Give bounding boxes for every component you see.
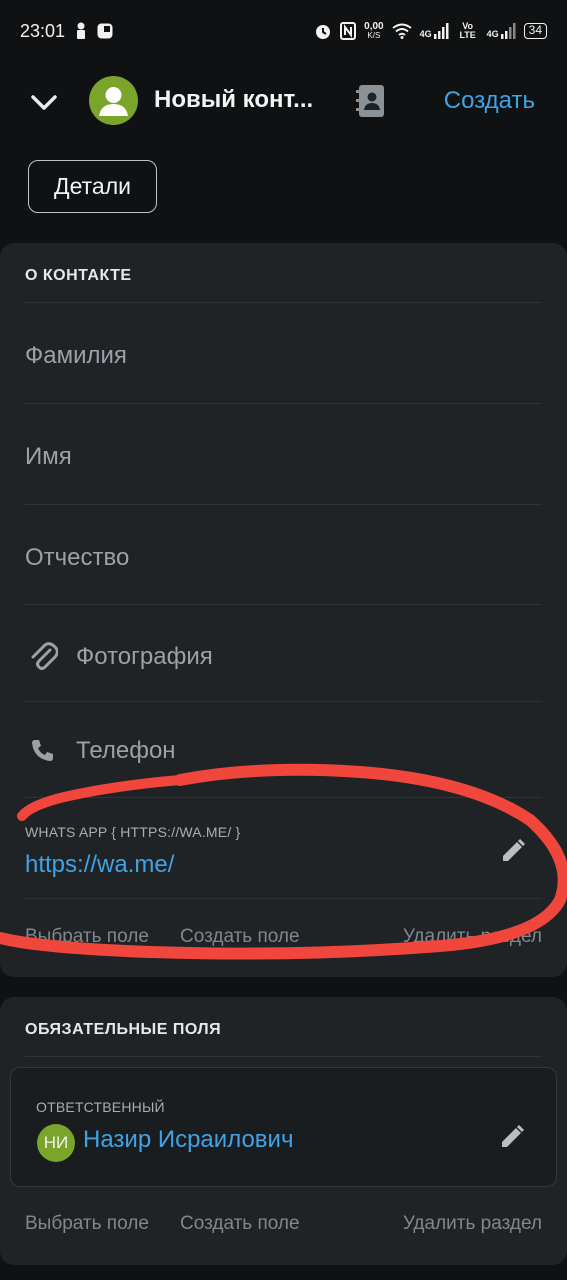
signal-1: 4G (420, 23, 449, 39)
address-book-icon[interactable] (356, 84, 386, 118)
whatsapp-label: WHATS APP { HTTPS://WA.ME/ } (25, 824, 241, 840)
create-field-button[interactable]: Создать поле (180, 926, 300, 948)
avatar (89, 76, 138, 125)
create-field-button[interactable]: Создать поле (180, 1213, 300, 1235)
pencil-icon[interactable] (499, 1124, 525, 1150)
paperclip-icon (25, 638, 61, 674)
middle-name-field[interactable]: Отчество (25, 544, 129, 572)
divider (25, 403, 542, 404)
delete-section-button[interactable]: Удалить раздел (403, 926, 542, 948)
volte-badge: Vo LTE (459, 21, 476, 40)
avatar: НИ (37, 1124, 75, 1162)
divider (25, 1056, 542, 1057)
net-speed: 0,00 K/S (364, 21, 384, 41)
signal-bars-icon (500, 23, 516, 39)
section-actions: Выбрать поле Создать поле Удалить раздел (25, 1213, 542, 1243)
signal-2: 4G (487, 23, 516, 39)
section-actions: Выбрать поле Создать поле Удалить раздел (25, 926, 542, 956)
divider (25, 504, 542, 505)
wifi-icon (391, 23, 412, 39)
divider (25, 797, 542, 798)
pencil-icon[interactable] (500, 838, 526, 864)
signal-bars-icon (433, 23, 449, 39)
details-tab[interactable]: Детали (28, 160, 157, 213)
divider (25, 302, 542, 303)
phone-field[interactable]: Телефон (76, 737, 176, 765)
chevron-down-icon[interactable] (28, 86, 60, 118)
delete-section-button[interactable]: Удалить раздел (403, 1213, 542, 1235)
select-field-button[interactable]: Выбрать поле (25, 926, 149, 948)
section-title: О КОНТАКТЕ (25, 267, 132, 284)
status-bar: 23:01 0,00 K/S 4G Vo LTE 4G 34 (0, 0, 567, 62)
top-bar: Новый конт... Создать (0, 70, 567, 134)
nfc-icon (340, 22, 357, 40)
clock: 23:01 (20, 20, 66, 41)
create-button[interactable]: Создать (444, 87, 535, 115)
about-contact-section: О КОНТАКТЕ Фамилия Имя Отчество Фотограф… (0, 243, 567, 977)
photo-field[interactable]: Фотография (76, 643, 213, 671)
page-title: Новый конт... (154, 86, 314, 113)
responsible-field[interactable]: ОТВЕТСТВЕННЫЙ НИ Назир Исраилович (10, 1067, 557, 1187)
section-title: ОБЯЗАТЕЛЬНЫЕ ПОЛЯ (25, 1021, 222, 1038)
divider (25, 701, 542, 702)
notification-icon (75, 22, 87, 40)
select-field-button[interactable]: Выбрать поле (25, 1213, 149, 1235)
last-name-field[interactable]: Фамилия (25, 342, 127, 370)
divider (25, 898, 542, 899)
app-notification-icon (97, 23, 113, 39)
responsible-name[interactable]: Назир Исраилович (83, 1126, 293, 1154)
responsible-label: ОТВЕТСТВЕННЫЙ (36, 1099, 165, 1115)
whatsapp-link[interactable]: https://wa.me/ (25, 851, 174, 879)
avatar-icon (99, 87, 128, 116)
required-fields-section: ОБЯЗАТЕЛЬНЫЕ ПОЛЯ ОТВЕТСТВЕННЫЙ НИ Назир… (0, 997, 567, 1265)
alarm-icon (314, 22, 332, 40)
phone-icon (25, 732, 61, 768)
divider (25, 604, 542, 605)
battery-indicator: 34 (523, 23, 547, 39)
first-name-field[interactable]: Имя (25, 443, 72, 471)
